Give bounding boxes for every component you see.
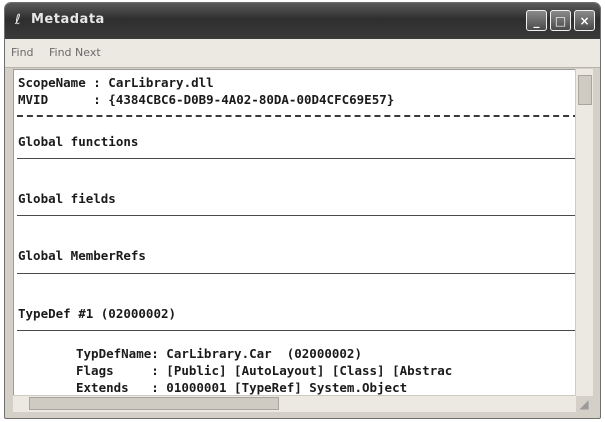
global-functions-heading: Global functions	[18, 134, 139, 149]
minimize-button[interactable]: _	[526, 10, 547, 31]
menu-find[interactable]: Find	[11, 46, 34, 59]
mvid-line: MVID : {4384CBC6-D0B9-4A02-80DA-00D4CFC6…	[18, 92, 395, 107]
resize-grip-icon[interactable]: ◢	[577, 397, 591, 411]
divider-line	[17, 215, 579, 216]
title-bar[interactable]: ℓ Metadata _ □ ×	[5, 3, 600, 39]
menu-bar: Find Find Next	[5, 39, 600, 68]
extends-line: Extends : 01000001 [TypeRef] System.Obje…	[76, 380, 408, 395]
window-title: Metadata	[31, 12, 105, 27]
close-button[interactable]: ×	[574, 10, 595, 31]
menu-find-next[interactable]: Find Next	[49, 46, 101, 59]
divider-line	[17, 330, 579, 331]
section-separator	[17, 115, 579, 117]
vertical-scroll-thumb[interactable]	[578, 75, 592, 105]
metadata-text-area[interactable]: ScopeName : CarLibrary.dll MVID : {4384C…	[13, 69, 584, 396]
divider-line	[17, 158, 579, 159]
horizontal-scroll-thumb[interactable]	[29, 397, 279, 410]
metadata-window: ℓ Metadata _ □ × Find Find Next ScopeNam…	[4, 2, 601, 419]
horizontal-scrollbar[interactable]	[13, 395, 576, 412]
maximize-button[interactable]: □	[550, 10, 571, 31]
flags-line: Flags : [Public] [AutoLayout] [Class] [A…	[76, 363, 453, 378]
scope-name-line: ScopeName : CarLibrary.dll	[18, 75, 214, 90]
vertical-scrollbar[interactable]	[575, 69, 593, 396]
typedef-name-line: TypDefName: CarLibrary.Car (02000002)	[76, 346, 362, 361]
window-controls: _ □ ×	[526, 10, 595, 31]
divider-line	[17, 273, 579, 274]
global-memberrefs-heading: Global MemberRefs	[18, 248, 146, 263]
app-icon: ℓ	[15, 12, 21, 28]
global-fields-heading: Global fields	[18, 191, 116, 206]
typedef-heading: TypeDef #1 (02000002)	[18, 306, 177, 321]
